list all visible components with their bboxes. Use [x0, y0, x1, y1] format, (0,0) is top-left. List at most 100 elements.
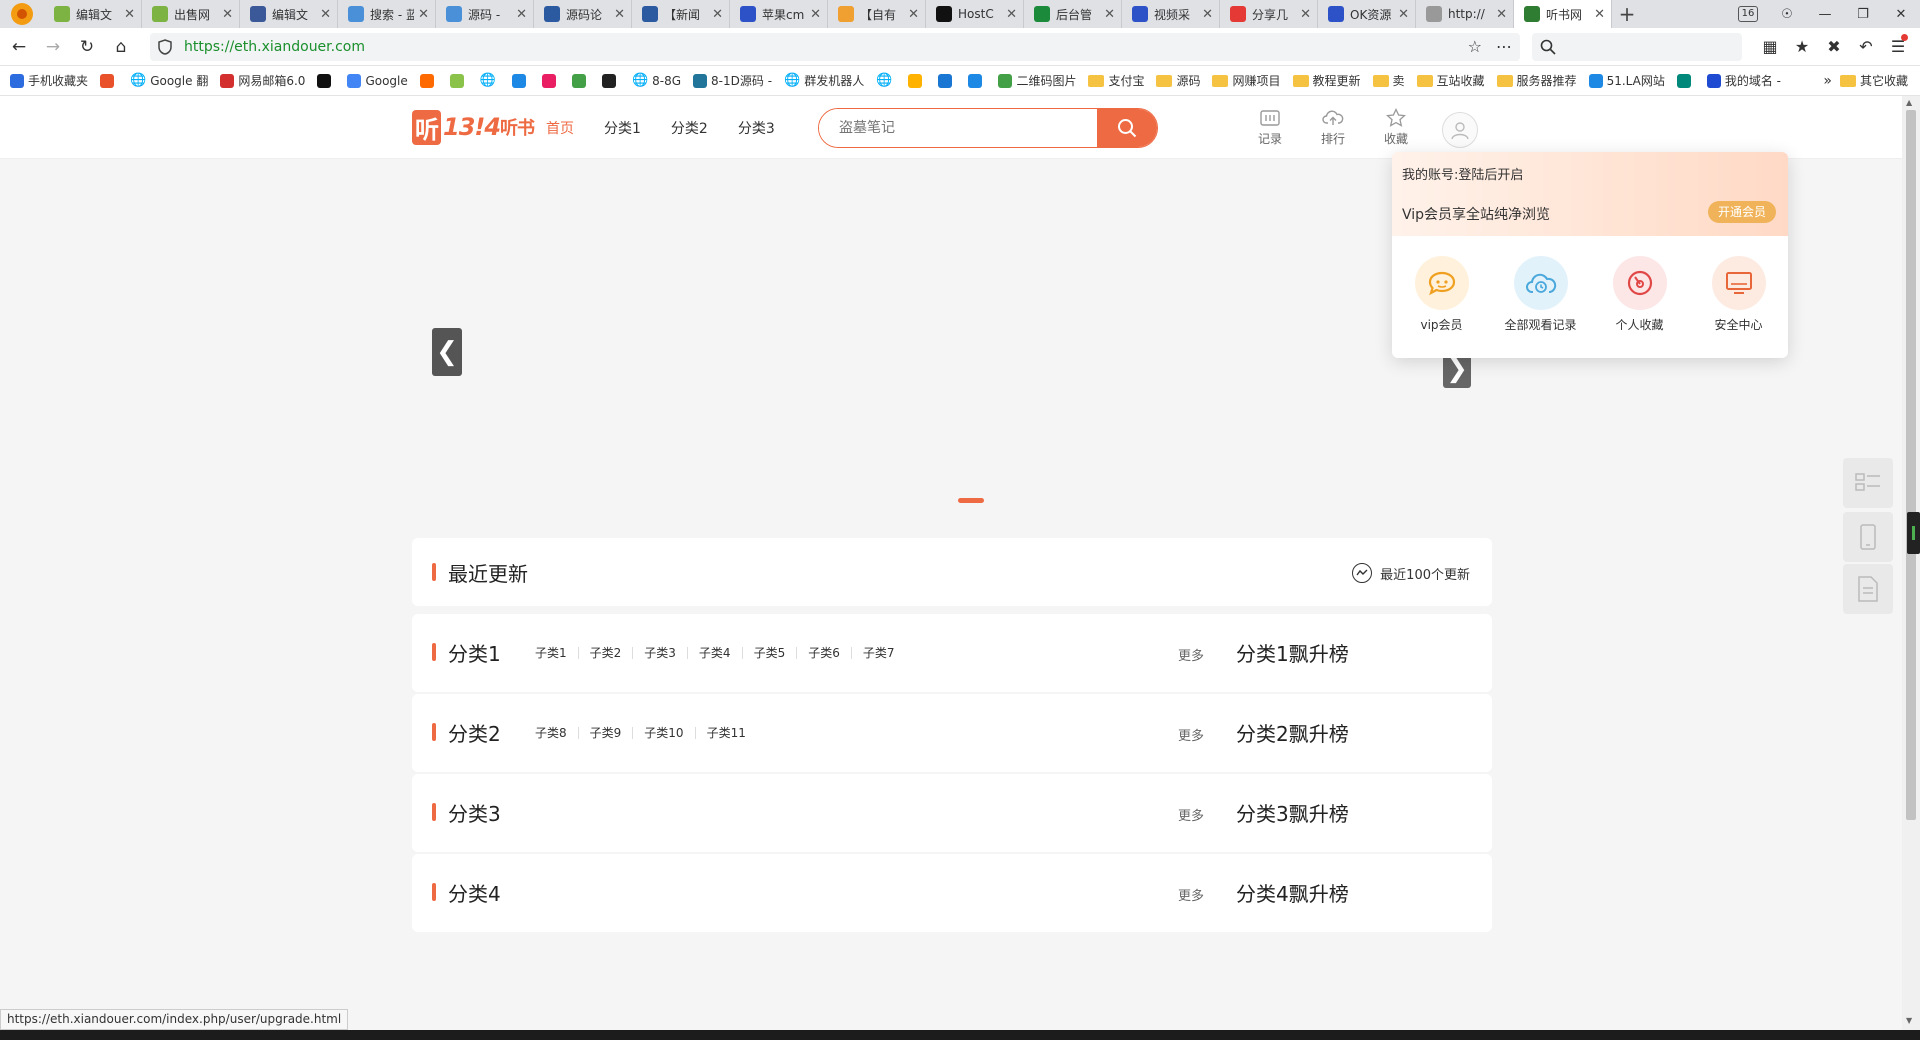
bookmark-item[interactable]: 51.LA网站 — [1588, 72, 1665, 89]
personal-favorites-link[interactable]: 个人收藏 — [1595, 256, 1685, 333]
close-tab-icon[interactable]: ✕ — [614, 7, 625, 22]
subcategory-link[interactable]: 子类6 — [797, 647, 852, 659]
browser-tab[interactable]: 苹果cm ✕ — [730, 0, 828, 28]
browser-tab[interactable]: 源码论 ✕ — [534, 0, 632, 28]
browser-tab[interactable]: 编辑文 ✕ — [44, 0, 142, 28]
browser-tab[interactable]: 源码 - ✕ — [436, 0, 534, 28]
bookmark-folder[interactable]: 互站收藏 — [1416, 72, 1485, 89]
more-options-icon[interactable]: ⋯ — [1496, 37, 1512, 56]
browser-tab[interactable]: OK资源 ✕ — [1318, 0, 1416, 28]
site-search-button[interactable] — [1097, 109, 1157, 147]
nav-link[interactable]: 分类1 — [604, 118, 641, 138]
close-tab-icon[interactable]: ✕ — [1104, 7, 1115, 22]
back-button[interactable]: ← — [4, 37, 34, 57]
apps-grid-icon[interactable]: ▦ — [1754, 37, 1786, 56]
home-button[interactable]: ⌂ — [106, 37, 136, 57]
browser-tab[interactable]: 编辑文 ✕ — [240, 0, 338, 28]
close-tab-icon[interactable]: ✕ — [712, 7, 723, 22]
browser-tab[interactable]: 搜索 - 蓝 ✕ — [338, 0, 436, 28]
close-tab-icon[interactable]: ✕ — [124, 7, 135, 22]
bookmarks-overflow-button[interactable]: » — [1823, 73, 1832, 89]
more-link[interactable]: 更多 — [1178, 805, 1204, 824]
undo-icon[interactable]: ↶ — [1850, 37, 1882, 56]
bookmark-item[interactable] — [100, 73, 118, 88]
layout-toggle-button[interactable] — [1843, 458, 1893, 508]
browser-tab[interactable]: 听书网 ✕ — [1514, 0, 1612, 28]
favorites-icon[interactable]: ★ — [1786, 37, 1818, 56]
browser-tab[interactable]: HostC ✕ — [926, 0, 1024, 28]
bookmark-folder[interactable]: 源码 — [1156, 72, 1200, 89]
scrollbar-thumb[interactable] — [1906, 110, 1916, 820]
bookmark-item[interactable] — [601, 73, 620, 88]
close-tab-icon[interactable]: ✕ — [418, 7, 429, 22]
bookmark-star-icon[interactable]: ☆ — [1468, 37, 1482, 56]
forward-button[interactable]: → — [38, 37, 68, 57]
browser-tab[interactable]: 【自有 ✕ — [828, 0, 926, 28]
url-text[interactable]: https://eth.xiandouer.com — [184, 39, 1454, 55]
bookmark-folder[interactable]: 网赚项目 — [1212, 72, 1281, 89]
bookmark-item[interactable] — [571, 73, 590, 88]
close-tab-icon[interactable]: ✕ — [1006, 7, 1017, 22]
category-title[interactable]: 分类3 — [448, 798, 501, 827]
bookmark-item[interactable] — [317, 73, 335, 88]
subcategory-link[interactable]: 子类10 — [633, 727, 696, 739]
new-tab-button[interactable]: + — [1612, 2, 1642, 26]
bookmark-item[interactable] — [938, 73, 956, 88]
url-bar[interactable]: https://eth.xiandouer.com ☆ ⋯ — [150, 32, 1520, 61]
bookmark-folder[interactable]: 卖 — [1372, 72, 1405, 89]
browser-tab[interactable]: 分享几 ✕ — [1220, 0, 1318, 28]
bookmark-item[interactable]: 8-1D源码 - — [693, 72, 772, 89]
open-vip-button[interactable]: 开通会员 — [1707, 201, 1776, 223]
close-tab-icon[interactable]: ✕ — [810, 7, 821, 22]
tools-icon[interactable]: ✖ — [1818, 37, 1850, 56]
carousel-prev-button[interactable]: ❮ — [432, 328, 462, 376]
category-title[interactable]: 分类2 — [448, 718, 501, 747]
bookmark-item[interactable]: 🌐 群发机器人 — [784, 72, 864, 89]
bookmark-item[interactable]: 🌐 — [480, 73, 500, 88]
bookmark-folder[interactable]: 支付宝 — [1088, 72, 1144, 89]
browser-tab[interactable]: http:// ✕ — [1416, 0, 1514, 28]
close-tab-icon[interactable]: ✕ — [908, 7, 919, 22]
site-logo[interactable]: 听 13!4 听书 — [412, 109, 535, 145]
browser-menu-logo[interactable] — [0, 0, 44, 28]
vip-member-link[interactable]: vip会员 — [1397, 256, 1487, 333]
feedback-button[interactable] — [1843, 564, 1893, 614]
close-tab-icon[interactable]: ✕ — [1594, 7, 1605, 22]
bookmark-item[interactable] — [968, 73, 986, 88]
user-avatar[interactable] — [1442, 112, 1478, 148]
skin-icon[interactable]: ☉ — [1768, 7, 1806, 22]
bookmark-item[interactable] — [449, 73, 468, 88]
bookmark-item[interactable]: 我的域名 - — [1706, 72, 1781, 89]
bookmark-item[interactable]: 二维码图片 — [998, 72, 1076, 89]
reload-button[interactable]: ↻ — [72, 37, 102, 57]
subcategory-link[interactable]: 子类5 — [743, 647, 798, 659]
security-center-link[interactable]: 安全中心 — [1694, 256, 1784, 333]
nav-link[interactable]: 分类2 — [671, 118, 708, 138]
recent-100-link[interactable]: 最近100个更新 — [1352, 563, 1470, 583]
bookmark-folder[interactable]: 服务器推荐 — [1496, 72, 1577, 89]
scroll-down-arrow[interactable]: ▼ — [1906, 1016, 1912, 1025]
watch-history-link[interactable]: 全部观看记录 — [1496, 256, 1586, 333]
subcategory-link[interactable]: 子类1 — [524, 647, 579, 659]
subcategory-link[interactable]: 子类11 — [696, 727, 757, 739]
subcategory-link[interactable]: 子类3 — [633, 647, 688, 659]
subcategory-link[interactable]: 子类8 — [524, 727, 579, 739]
browser-search-box[interactable] — [1532, 32, 1742, 61]
subcategory-link[interactable]: 子类9 — [579, 727, 634, 739]
category-title[interactable]: 分类1 — [448, 638, 501, 667]
mobile-button[interactable] — [1843, 512, 1893, 562]
close-tab-icon[interactable]: ✕ — [222, 7, 233, 22]
restore-button[interactable]: ❐ — [1844, 7, 1882, 22]
menu-icon[interactable]: ☰ — [1882, 34, 1914, 56]
site-search-input[interactable] — [819, 109, 1097, 147]
browser-tab[interactable]: 【新闻 ✕ — [632, 0, 730, 28]
vertical-scrollbar[interactable]: ▲ ▼ — [1902, 96, 1920, 1030]
bookmark-item[interactable]: 🌐 — [876, 73, 896, 88]
subcategory-link[interactable]: 子类4 — [688, 647, 743, 659]
bookmark-item[interactable]: 网易邮箱6.0 — [220, 72, 305, 89]
close-window-button[interactable]: ✕ — [1882, 7, 1920, 22]
bookmark-item[interactable]: 🌐 Google 翻 — [130, 72, 208, 89]
browser-tab[interactable]: 出售网 ✕ — [142, 0, 240, 28]
bookmark-item[interactable] — [541, 73, 560, 88]
subcategory-link[interactable]: 子类2 — [579, 647, 634, 659]
